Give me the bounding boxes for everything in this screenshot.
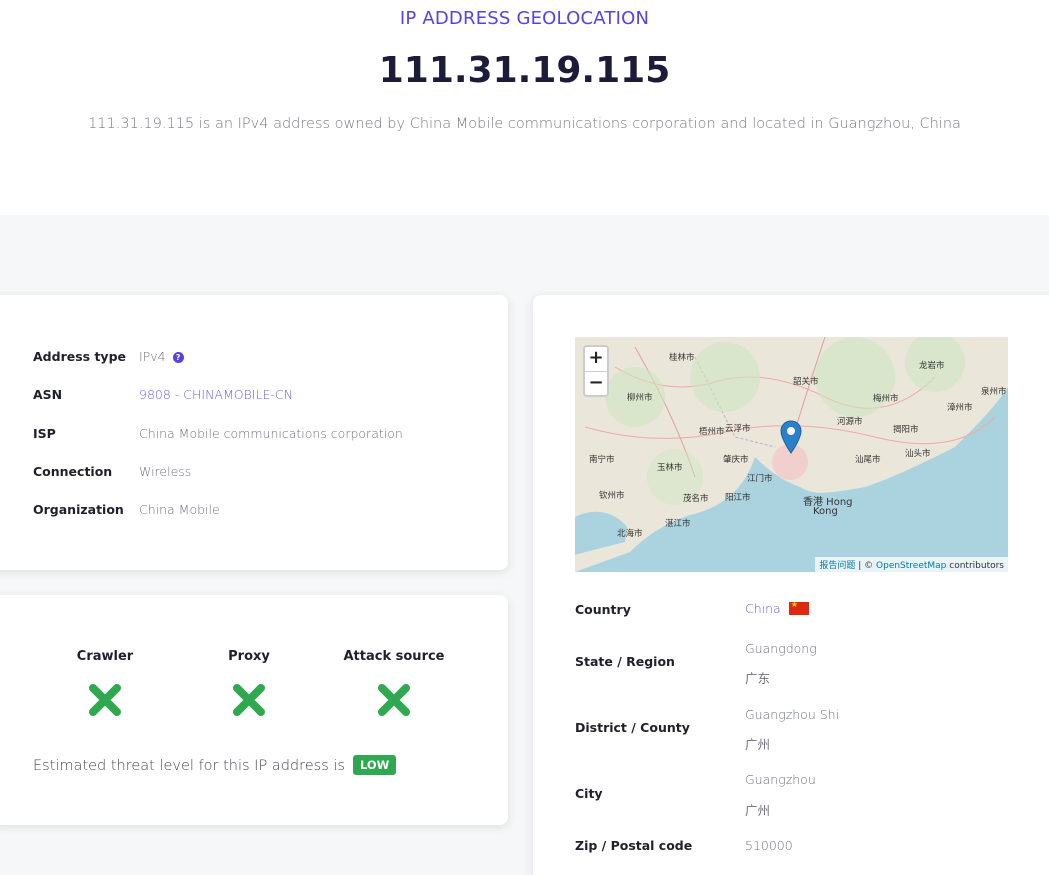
geo-value: Guangdong (745, 641, 817, 656)
map-label: 阳江市 (725, 493, 751, 503)
country-link[interactable]: China (745, 601, 781, 616)
map-label: 钦州市 (599, 491, 625, 501)
question-circle-icon[interactable]: ? (172, 352, 184, 363)
china-flag-icon (788, 600, 809, 615)
map-label: 茂名市 (683, 494, 709, 504)
threat-check-crawler: Crawler (45, 649, 165, 722)
geo-value: 510000 (745, 838, 793, 853)
map-label: 桂林市 (669, 353, 695, 363)
geo-key: District / County (575, 720, 690, 735)
map-label: 湛江市 (665, 519, 691, 529)
geo-value: Guangzhou Shi (745, 707, 840, 722)
geolocation-card: 桂林市 韶关市 河源市 梅州市 龙岩市 漳州市 泉州市 揭阳市 汕头市 汕尾市 … (533, 295, 1049, 875)
geo-value-local: 广东 (745, 671, 771, 686)
map-label: 韶关市 (793, 377, 819, 387)
country-link-wrap: China (745, 600, 809, 616)
geo-value-local: 广州 (745, 737, 771, 752)
ip-description: 111.31.19.115 is an IPv4 address owned b… (88, 116, 961, 132)
info-key: Connection (33, 464, 113, 479)
map-label: 柳州市 (627, 393, 653, 403)
geo-key: Country (575, 602, 631, 617)
info-value: Wireless (139, 464, 192, 479)
map-label: 泉州市 (981, 387, 1007, 397)
threat-check-label: Attack source (343, 649, 445, 664)
map-label: 梧州市 (699, 427, 725, 437)
info-value: IPv4 (139, 349, 166, 364)
attribution-separator: | © (855, 561, 877, 571)
map-label: 江门市 (747, 474, 773, 484)
threat-card: Crawler Proxy Attack source Estimated th… (0, 595, 508, 825)
threat-level-badge: LOW (352, 755, 397, 775)
threat-check-attack-source: Attack source (334, 649, 454, 722)
map-label: 汕头市 (905, 449, 931, 459)
openstreetmap-link[interactable]: OpenStreetMap (876, 561, 946, 571)
map-label: 肇庆市 (723, 455, 749, 465)
map-label: 汕尾市 (855, 455, 881, 465)
zoom-in-button[interactable]: + (585, 347, 607, 371)
cross-icon (231, 682, 267, 722)
map-attribution: 报告问题 | © OpenStreetMap contributors (815, 557, 1008, 572)
info-key: Organization (33, 502, 124, 517)
threat-check-label: Proxy (228, 649, 270, 664)
location-marker-icon[interactable] (780, 420, 802, 458)
map-zoom-control: + − (583, 345, 609, 397)
map-label: 梅州市 (873, 394, 899, 404)
map-label: 云浮市 (725, 424, 751, 434)
geo-key: City (575, 786, 603, 801)
geo-value-local: 广州 (745, 803, 771, 818)
map-label: 漳州市 (947, 403, 973, 413)
cross-icon (87, 682, 123, 722)
report-issue-link[interactable]: 报告问题 (819, 561, 855, 571)
map-label: 南宁市 (589, 455, 615, 465)
hero-section: IP ADDRESS GEOLOCATION 111.31.19.115 111… (0, 0, 1049, 215)
threat-check-proxy: Proxy (189, 649, 309, 722)
ip-info-card: Address type IPv4? ASN 9808 - CHINAMOBIL… (0, 295, 508, 570)
threat-check-label: Crawler (76, 649, 134, 664)
zoom-out-button[interactable]: − (585, 371, 607, 395)
geo-key: State / Region (575, 654, 675, 669)
geo-value: Guangzhou (745, 772, 816, 787)
ip-address-title: 111.31.19.115 (378, 50, 671, 91)
map-label: 龙岩市 (919, 361, 945, 371)
info-value: China Mobile (139, 502, 220, 517)
map-label: 玉林市 (657, 463, 683, 473)
info-key: ASN (33, 387, 63, 402)
map-label: 河源市 (837, 417, 863, 427)
page-eyebrow: IP ADDRESS GEOLOCATION (399, 8, 650, 29)
map-label: 北海市 (617, 529, 643, 539)
info-key: ISP (33, 426, 56, 441)
asn-link[interactable]: 9808 - CHINAMOBILE-CN (139, 387, 293, 402)
info-key: Address type (33, 349, 126, 364)
info-value: China Mobile communications corporation (139, 426, 403, 441)
map-label: 揭阳市 (893, 425, 919, 435)
map-label: Kong (813, 506, 838, 517)
geo-key: Zip / Postal code (575, 838, 693, 853)
cross-icon (376, 682, 412, 722)
info-value-wrap: IPv4? (139, 349, 184, 364)
threat-summary: Estimated threat level for this IP addre… (33, 755, 397, 775)
threat-summary-text: Estimated threat level for this IP addre… (33, 758, 345, 774)
location-map[interactable]: 桂林市 韶关市 河源市 梅州市 龙岩市 漳州市 泉州市 揭阳市 汕头市 汕尾市 … (575, 337, 1008, 572)
attribution-suffix: contributors (946, 561, 1004, 571)
